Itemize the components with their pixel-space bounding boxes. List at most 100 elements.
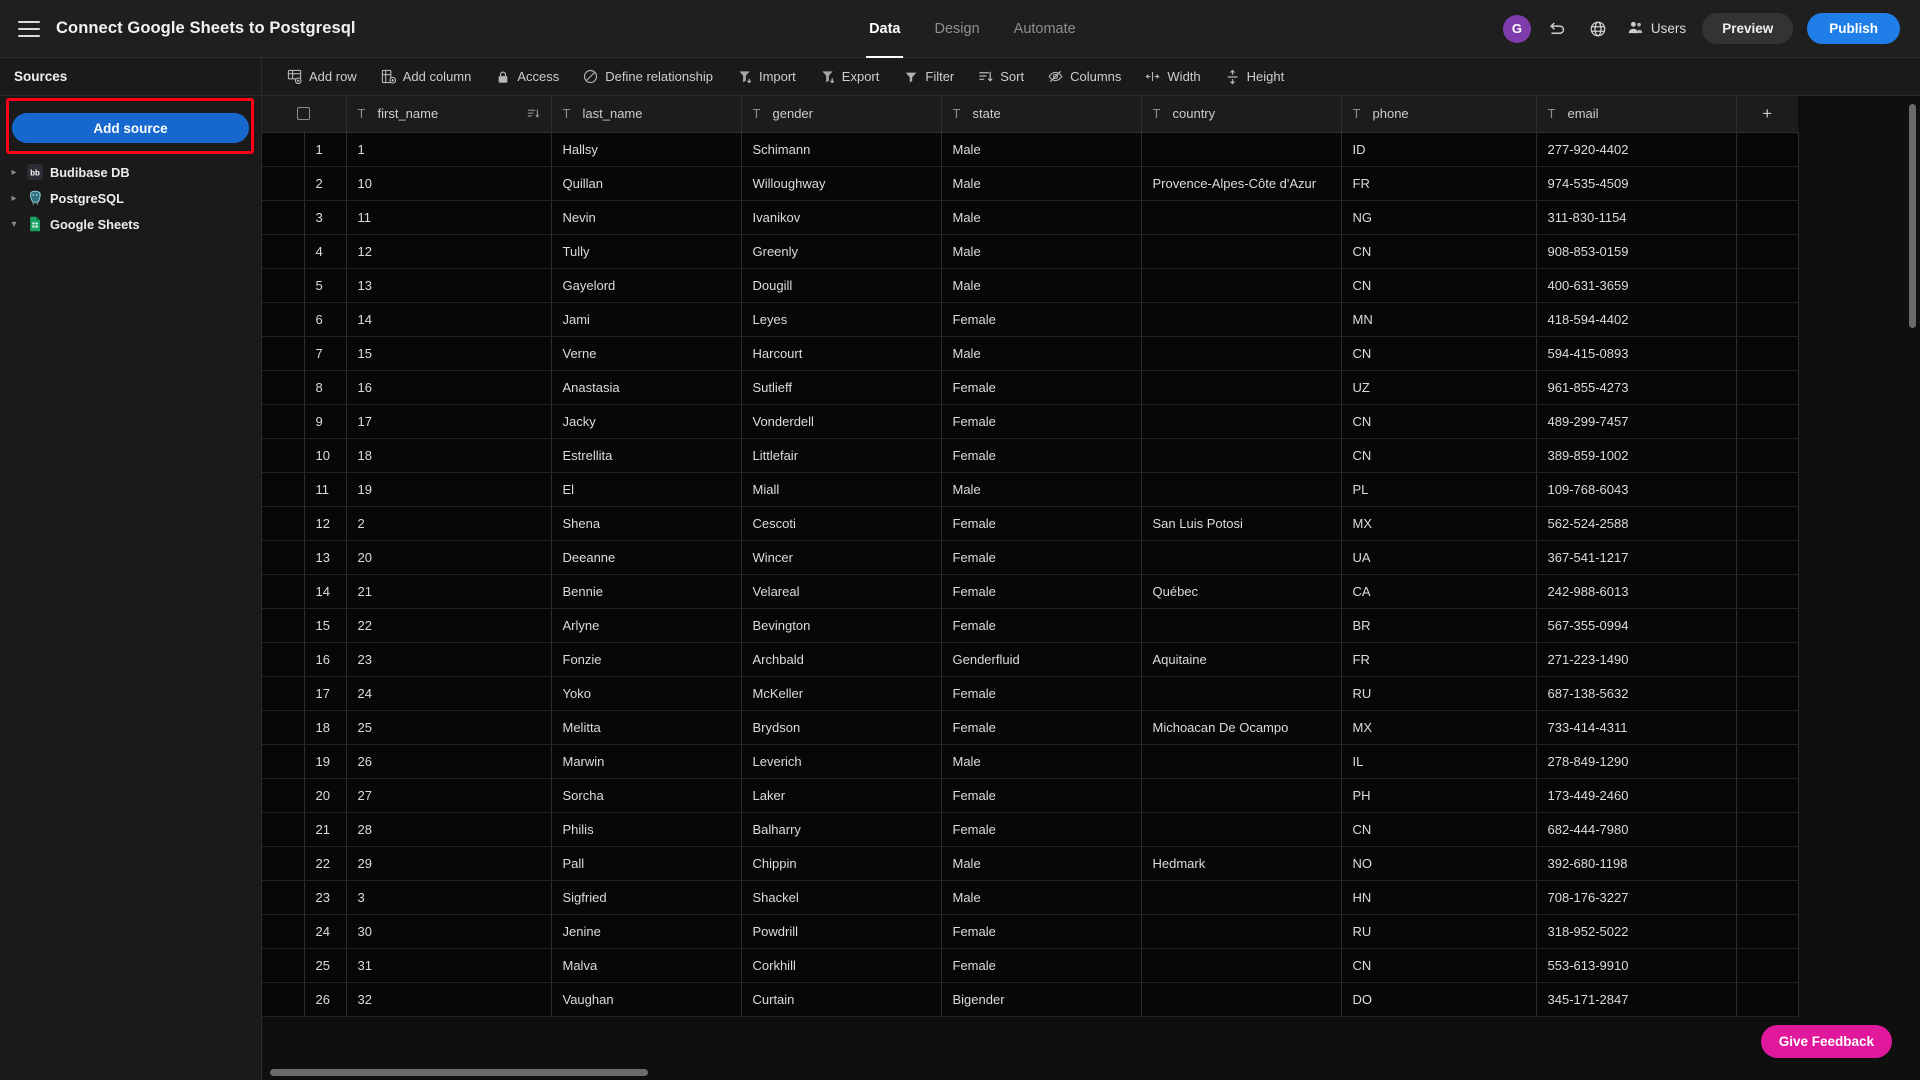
cell-phone[interactable]: CN [1341, 438, 1537, 473]
sort-button[interactable]: Sort [967, 63, 1035, 91]
cell-first_name[interactable]: 31 [346, 948, 552, 983]
publish-button[interactable]: Publish [1807, 13, 1900, 44]
row-select-cell[interactable] [262, 812, 305, 847]
table-row[interactable]: 20 27 Sorcha Laker Female PH 173-449-2460 [262, 778, 1799, 813]
cell-email[interactable]: 974-535-4509 [1536, 166, 1737, 201]
cell-phone[interactable]: MN [1341, 302, 1537, 337]
cell-first_name[interactable]: 30 [346, 914, 552, 949]
cell-first_name[interactable]: 17 [346, 404, 552, 439]
cell-phone[interactable]: FR [1341, 166, 1537, 201]
cell-last_name[interactable]: Verne [551, 336, 742, 371]
cell-last_name[interactable]: Anastasia [551, 370, 742, 405]
cell-last_name[interactable]: Tully [551, 234, 742, 269]
users-button[interactable]: Users [1625, 19, 1688, 39]
cell-first_name[interactable]: 12 [346, 234, 552, 269]
row-select-cell[interactable] [262, 846, 305, 881]
cell-gender[interactable]: Ivanikov [741, 200, 942, 235]
cell-gender[interactable]: Dougill [741, 268, 942, 303]
cell-last_name[interactable]: Jenine [551, 914, 742, 949]
tab-design[interactable]: Design [935, 0, 980, 58]
table-row[interactable]: 18 25 Melitta Brydson Female Michoacan De Oca… [262, 710, 1799, 745]
cell-phone[interactable]: RU [1341, 914, 1537, 949]
height-button[interactable]: Height [1214, 63, 1296, 91]
table-row[interactable]: 3 11 Nevin Ivanikov Male NG 311-830-1154 [262, 200, 1799, 235]
table-row[interactable]: 12 2 Shena Cescoti Female San Luis Potosi MX 56… [262, 506, 1799, 541]
import-button[interactable]: Import [726, 63, 807, 91]
cell-country[interactable]: Provence-Alpes-Côte d'Azur [1141, 166, 1342, 201]
row-select-cell[interactable] [262, 336, 305, 371]
cell-phone[interactable]: CN [1341, 336, 1537, 371]
row-select-cell[interactable] [262, 472, 305, 507]
cell-first_name[interactable]: 21 [346, 574, 552, 609]
row-select-cell[interactable] [262, 880, 305, 915]
cell-state[interactable]: Female [941, 812, 1142, 847]
table-row[interactable]: 7 15 Verne Harcourt Male CN 594-415-0893 [262, 336, 1799, 371]
cell-state[interactable]: Male [941, 472, 1142, 507]
cell-state[interactable]: Female [941, 574, 1142, 609]
cell-email[interactable]: 489-299-7457 [1536, 404, 1737, 439]
cell-gender[interactable]: Chippin [741, 846, 942, 881]
row-select-cell[interactable] [262, 438, 305, 473]
cell-country[interactable] [1141, 234, 1342, 269]
cell-country[interactable] [1141, 812, 1342, 847]
cell-state[interactable]: Female [941, 438, 1142, 473]
cell-phone[interactable]: BR [1341, 608, 1537, 643]
table-row[interactable]: 19 26 Marwin Leverich Male IL 278-849-1290 [262, 744, 1799, 779]
cell-country[interactable]: Québec [1141, 574, 1342, 609]
table-row[interactable]: 25 31 Malva Corkhill Female CN 553-613-9910 [262, 948, 1799, 983]
cell-email[interactable]: 567-355-0994 [1536, 608, 1737, 643]
cell-state[interactable]: Female [941, 506, 1142, 541]
row-select-cell[interactable] [262, 506, 305, 541]
cell-state[interactable]: Male [941, 336, 1142, 371]
cell-gender[interactable]: Greenly [741, 234, 942, 269]
cell-country[interactable] [1141, 608, 1342, 643]
cell-state[interactable]: Female [941, 948, 1142, 983]
cell-first_name[interactable]: 29 [346, 846, 552, 881]
cell-country[interactable] [1141, 268, 1342, 303]
cell-state[interactable]: Male [941, 234, 1142, 269]
table-row[interactable]: 15 22 Arlyne Bevington Female BR 567-355-0994 [262, 608, 1799, 643]
column-header-phone[interactable]: T phone [1341, 96, 1537, 133]
cell-state[interactable]: Female [941, 710, 1142, 745]
cell-country[interactable] [1141, 336, 1342, 371]
columns-button[interactable]: Columns [1037, 63, 1132, 91]
column-header-state[interactable]: T state [941, 96, 1142, 133]
row-select-cell[interactable] [262, 302, 305, 337]
cell-last_name[interactable]: Jami [551, 302, 742, 337]
vertical-scrollbar[interactable] [1909, 104, 1916, 328]
cell-gender[interactable]: Wincer [741, 540, 942, 575]
cell-state[interactable]: Male [941, 200, 1142, 235]
column-header-country[interactable]: T country [1141, 96, 1342, 133]
table-row[interactable]: 13 20 Deeanne Wincer Female UA 367-541-1217 [262, 540, 1799, 575]
cell-phone[interactable]: NO [1341, 846, 1537, 881]
export-button[interactable]: Export [809, 63, 891, 91]
cell-phone[interactable]: NG [1341, 200, 1537, 235]
table-row[interactable]: 14 21 Bennie Velareal Female Québec CA 242-988-… [262, 574, 1799, 609]
cell-first_name[interactable]: 18 [346, 438, 552, 473]
cell-first_name[interactable]: 19 [346, 472, 552, 507]
cell-last_name[interactable]: Philis [551, 812, 742, 847]
cell-last_name[interactable]: Arlyne [551, 608, 742, 643]
cell-first_name[interactable]: 27 [346, 778, 552, 813]
cell-state[interactable]: Male [941, 744, 1142, 779]
cell-first_name[interactable]: 1 [346, 132, 552, 167]
undo-icon[interactable] [1545, 16, 1571, 42]
sidebar-item-budibase-db[interactable]: ▸ bb Budibase DB [0, 159, 261, 185]
cell-country[interactable]: Hedmark [1141, 846, 1342, 881]
cell-country[interactable] [1141, 948, 1342, 983]
chevron-right-icon[interactable]: ▸ [8, 193, 20, 204]
cell-first_name[interactable]: 24 [346, 676, 552, 711]
cell-email[interactable]: 277-920-4402 [1536, 132, 1737, 167]
cell-country[interactable] [1141, 914, 1342, 949]
row-select-cell[interactable] [262, 744, 305, 779]
plus-icon[interactable]: + [1748, 104, 1788, 124]
cell-last_name[interactable]: Marwin [551, 744, 742, 779]
cell-state[interactable]: Female [941, 370, 1142, 405]
cell-first_name[interactable]: 32 [346, 982, 552, 1017]
table-row[interactable]: 2 10 Quillan Willoughway Male Provence-Alpes-… [262, 166, 1799, 201]
cell-gender[interactable]: Powdrill [741, 914, 942, 949]
cell-last_name[interactable]: Shena [551, 506, 742, 541]
cell-email[interactable]: 392-680-1198 [1536, 846, 1737, 881]
cell-email[interactable]: 908-853-0159 [1536, 234, 1737, 269]
cell-state[interactable]: Female [941, 404, 1142, 439]
